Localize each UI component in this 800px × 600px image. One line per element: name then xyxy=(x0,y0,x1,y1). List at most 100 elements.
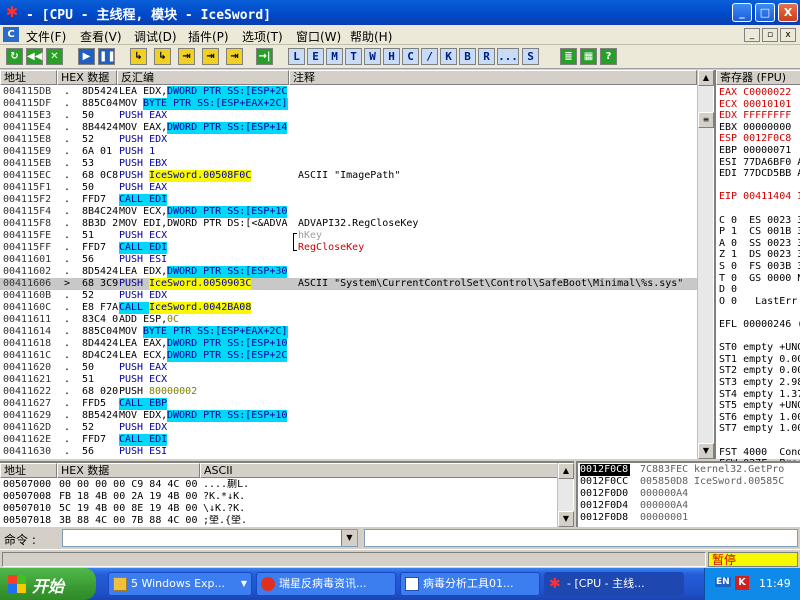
register-row[interactable] xyxy=(716,435,800,447)
register-row[interactable] xyxy=(716,180,800,192)
antivirus-tray-icon[interactable]: K xyxy=(735,576,749,590)
disasm-header-disasm[interactable]: 反汇编 xyxy=(117,70,289,85)
register-row[interactable] xyxy=(716,307,800,319)
close-button[interactable]: X xyxy=(778,3,798,22)
disasm-row[interactable]: 00411614. 885C04 MOV BYTE PTR SS:[ESP+EAX+… xyxy=(0,326,697,338)
register-row[interactable] xyxy=(716,331,800,343)
app-icon[interactable]: ✱ xyxy=(4,4,20,20)
register-row[interactable]: Z 1 DS 0023 3 xyxy=(716,249,800,261)
menu-debug[interactable]: 调试(D) xyxy=(134,28,177,45)
scroll-down-icon[interactable]: ▼ xyxy=(698,443,714,459)
disasm-row[interactable]: 00411621. 51 PUSH ECX xyxy=(0,374,697,386)
goto-icon[interactable]: →| xyxy=(256,48,273,65)
disasm-row[interactable]: 00411606 >68 3C9 PUSH IceSword.0050903C ASC… xyxy=(0,278,697,290)
register-row[interactable]: EBP 00000071 xyxy=(716,145,800,157)
menu-view[interactable]: 查看(V) xyxy=(80,28,122,45)
register-row[interactable]: FST 4000 Cond xyxy=(716,447,800,459)
disasm-row[interactable]: 00411627. FFD5 CALL EBP xyxy=(0,398,697,410)
stack-row[interactable]: 0012F0D4 000000A4 xyxy=(578,500,800,512)
list-icon[interactable]: ≣ xyxy=(560,48,577,65)
minimize-button[interactable]: _ xyxy=(732,3,752,22)
register-row[interactable]: ST3 empty 2.98 xyxy=(716,377,800,389)
maximize-button[interactable]: □ xyxy=(755,3,775,22)
register-row[interactable]: ST7 empty 1.00 xyxy=(716,423,800,435)
memory-window-button[interactable]: M xyxy=(326,48,343,65)
register-row[interactable]: ECX 00010101 xyxy=(716,99,800,111)
command-dropdown-icon[interactable]: ▼ xyxy=(341,530,357,546)
clock[interactable]: 11:49 xyxy=(759,577,791,590)
dump-header-addr[interactable]: 地址 xyxy=(0,463,57,478)
disasm-row[interactable]: 004115F8. 8B3D 2 MOV EDI,DWORD PTR DS:[<&A… xyxy=(0,218,697,230)
scroll-thumb[interactable]: ≡ xyxy=(698,112,714,128)
dump-listing[interactable]: 00507000 00 00 00 00 C9 84 4C 00 ....蒯L. 00… xyxy=(0,479,557,527)
disasm-row[interactable]: 004115E8. 52 PUSH EDX xyxy=(0,134,697,146)
step-over-icon[interactable]: ↳ xyxy=(154,48,171,65)
disasm-row[interactable]: 004115FE. 51 PUSH ECX hKey xyxy=(0,230,697,242)
stack-row[interactable]: 0012F0CC 005850D8 IceSword.00585C xyxy=(578,476,800,488)
register-row[interactable] xyxy=(716,203,800,215)
dump-scroll-down-icon[interactable]: ▼ xyxy=(558,511,574,527)
register-row[interactable]: EDI 77DCD5BB A xyxy=(716,168,800,180)
breakpoints-window-button[interactable]: B xyxy=(459,48,476,65)
disasm-row[interactable]: 00411629. 8B5424 MOV EDX, DWORD PTR SS:[ESP… xyxy=(0,410,697,422)
stack-pane[interactable]: 0012F0C8 7C883FEC kernel32.GetPro 0012F0CC 0… xyxy=(576,461,800,527)
register-row[interactable]: ST6 empty 1.00 xyxy=(716,412,800,424)
stack-row[interactable]: 0012F0D0 000000A4 xyxy=(578,488,800,500)
dump-header-ascii[interactable]: ASCII xyxy=(200,463,574,478)
disasm-row[interactable]: 004115F1. 50 PUSH EAX xyxy=(0,182,697,194)
source-window-button[interactable]: S xyxy=(522,48,539,65)
disasm-row[interactable]: 004115DF. 885C04 MOV BYTE PTR SS:[ESP+EAX+… xyxy=(0,98,697,110)
register-row[interactable]: ST5 empty +UNO xyxy=(716,400,800,412)
scroll-up-icon[interactable]: ▲ xyxy=(698,70,714,86)
dump-header-hex[interactable]: HEX 数据 xyxy=(57,463,200,478)
run-trace-button[interactable]: ... xyxy=(497,48,519,65)
register-row[interactable]: P 1 CS 001B 3 xyxy=(716,226,800,238)
callstack-window-button[interactable]: K xyxy=(440,48,457,65)
windows-window-button[interactable]: W xyxy=(364,48,381,65)
disasm-row[interactable]: 004115EB. 53 PUSH EBX xyxy=(0,158,697,170)
dump-row[interactable]: 00507000 00 00 00 00 C9 84 4C 00 ....蒯L. xyxy=(0,479,557,491)
close-process-icon[interactable]: ✕ xyxy=(46,48,63,65)
cpu-window-button[interactable]: C xyxy=(402,48,419,65)
stack-row[interactable]: 0012F0C8 7C883FEC kernel32.GetPro xyxy=(578,464,800,476)
register-row[interactable]: EAX C0000022 xyxy=(716,87,800,99)
restart-icon[interactable]: ↻ xyxy=(6,48,23,65)
log-window-button[interactable]: L xyxy=(288,48,305,65)
disasm-row[interactable]: 00411601. 56 PUSH ESI xyxy=(0,254,697,266)
disasm-row[interactable]: 0041162D. 52 PUSH EDX xyxy=(0,422,697,434)
disasm-header-hex[interactable]: HEX 数据 xyxy=(57,70,117,85)
disasm-scrollbar[interactable]: ▲ ≡ ▼ xyxy=(697,70,714,459)
menu-window[interactable]: 窗口(W) xyxy=(296,28,341,45)
disasm-row[interactable]: 004115DB. 8D5424 LEA EDX, DWORD PTR SS:[ESP… xyxy=(0,86,697,98)
register-row[interactable]: A 0 SS 0023 3 xyxy=(716,238,800,250)
run-icon[interactable]: ▶ xyxy=(78,48,95,65)
disasm-pane[interactable]: 地址 HEX 数据 反汇编 注释 004115DB. 8D5424 LEA EDX,… xyxy=(0,70,714,459)
step-into-icon[interactable]: ↳ xyxy=(130,48,147,65)
grid-icon[interactable]: ▦ xyxy=(580,48,597,65)
threads-window-button[interactable]: T xyxy=(345,48,362,65)
mdi-restore-button[interactable]: ▫ xyxy=(762,28,778,42)
disasm-row[interactable]: 00411620. 50 PUSH EAX xyxy=(0,362,697,374)
dump-row[interactable]: 00507018 3B 88 4C 00 7B 88 4C 00 ;塋.{塋. xyxy=(0,515,557,527)
disasm-row[interactable]: 00411622. 68 020 PUSH 80000002 xyxy=(0,386,697,398)
dump-scroll-up-icon[interactable]: ▲ xyxy=(558,463,574,479)
disasm-row[interactable]: 00411602. 8D5424 LEA EDX, DWORD PTR SS:[ESP… xyxy=(0,266,697,278)
taskbar-item-explorer[interactable]: 5 Windows Exp... ▼ xyxy=(108,572,252,596)
stack-row[interactable]: 0012F0D8 00000001 xyxy=(578,512,800,524)
disasm-row[interactable]: 004115F2. FFD7 CALL EDI xyxy=(0,194,697,206)
disasm-row[interactable]: 004115E9. 6A 01 PUSH 1 xyxy=(0,146,697,158)
register-row[interactable]: EBX 00000000 xyxy=(716,122,800,134)
register-row[interactable]: S 0 FS 003B 3 xyxy=(716,261,800,273)
disasm-row[interactable]: 0041161C. 8D4C24 LEA ECX, DWORD PTR SS:[ESP… xyxy=(0,350,697,362)
register-row[interactable]: O 0 LastErr E xyxy=(716,296,800,308)
cpu-window-icon[interactable]: C xyxy=(3,27,19,42)
register-row[interactable]: C 0 ES 0023 3 xyxy=(716,215,800,227)
disasm-header-comment[interactable]: 注释 xyxy=(289,70,697,85)
rewind-icon[interactable]: ◀◀ xyxy=(26,48,43,65)
menu-options[interactable]: 选项(T) xyxy=(242,28,283,45)
disasm-row[interactable]: 0041160B. 52 PUSH EDX xyxy=(0,290,697,302)
command-input[interactable]: ▼ xyxy=(62,529,358,547)
disasm-row[interactable]: 0041162E. FFD7 CALL EDI xyxy=(0,434,697,446)
disasm-row[interactable]: 004115F4. 8B4C24 MOV ECX, DWORD PTR SS:[ESP… xyxy=(0,206,697,218)
disasm-row[interactable]: 0041160C. E8 F7A CALL IceSword.0042BA08 xyxy=(0,302,697,314)
